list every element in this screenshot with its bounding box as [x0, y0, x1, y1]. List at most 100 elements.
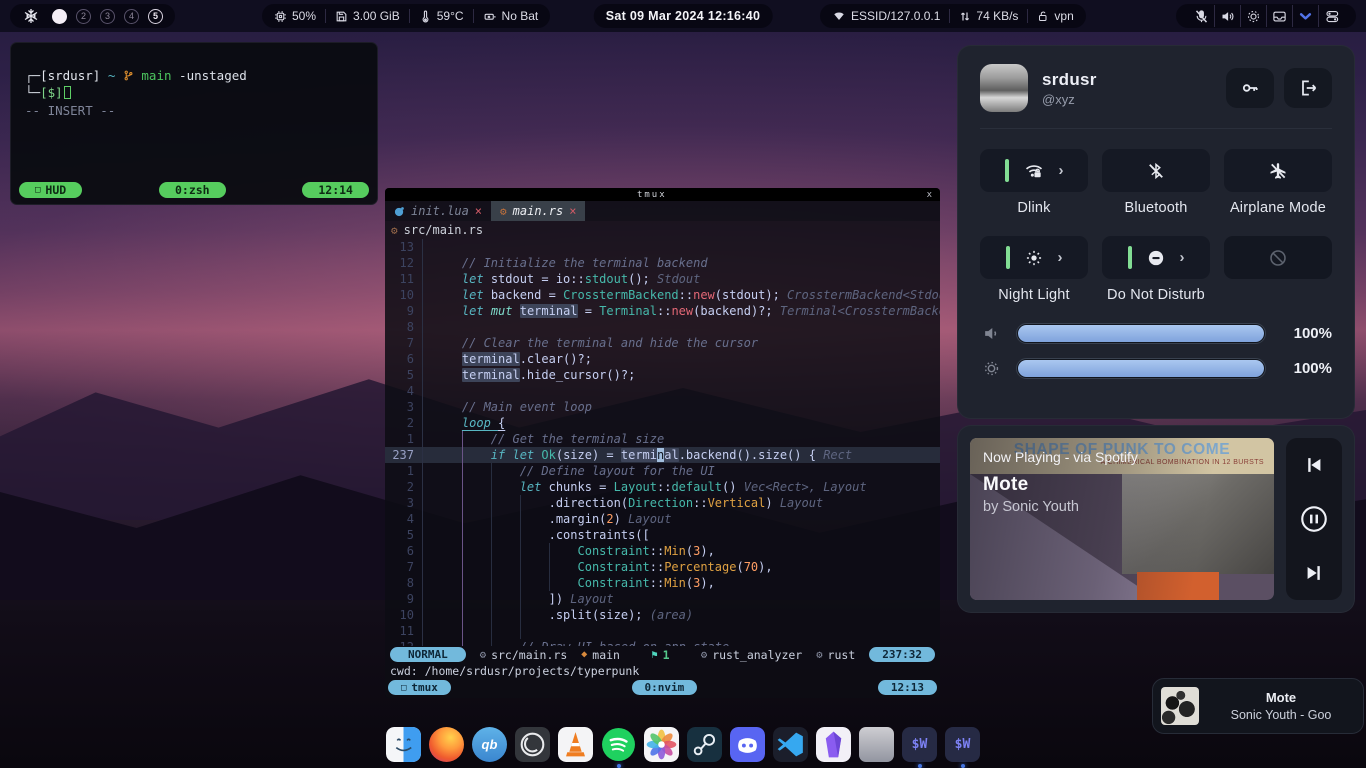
- code-area[interactable]: 1312 // Initialize the terminal backend1…: [385, 239, 940, 646]
- brightness-value: 100%: [1280, 360, 1332, 377]
- media-player-card: SHAPE OF PUNK TO COME A CHIMERICAL BOMBI…: [957, 425, 1355, 613]
- tab-close-icon[interactable]: ×: [475, 204, 482, 218]
- code-line: 10 let backend = CrosstermBackend::new(s…: [385, 287, 940, 303]
- chevron-right-icon[interactable]: ›: [1058, 250, 1063, 265]
- wifi-icon: [832, 10, 846, 22]
- dock-item-dollar-w[interactable]: $W: [902, 727, 937, 762]
- code-line: 11 let stdout = io::stdout(); Stdout: [385, 271, 940, 287]
- code-line: 9 ]) Layout: [385, 591, 940, 607]
- track-title: Mote: [983, 474, 1138, 496]
- username: srdusr: [1042, 70, 1212, 90]
- workspace-2[interactable]: 2: [76, 9, 91, 24]
- pause-button[interactable]: [1299, 504, 1329, 534]
- workspace-3[interactable]: 3: [100, 9, 115, 24]
- volume-slider[interactable]: [1016, 323, 1266, 344]
- chevron-right-icon[interactable]: ›: [1180, 250, 1185, 265]
- volume-icon[interactable]: [1214, 5, 1240, 27]
- network-module[interactable]: ESSID/127.0.0.1 74 KB/s vpn: [820, 4, 1086, 28]
- dock-item-spotify[interactable]: [601, 727, 636, 762]
- terminal-cursor: [64, 86, 71, 99]
- display-settings-gear-icon[interactable]: [1240, 5, 1266, 27]
- keyring-button[interactable]: [1226, 68, 1274, 108]
- cpu-icon: [274, 10, 287, 23]
- tmux-session-pill[interactable]: □HUD: [19, 182, 82, 198]
- tab-close-icon[interactable]: ×: [569, 204, 576, 218]
- command-line: cwd: /home/srdusr/projects/typerpunk: [385, 663, 940, 679]
- brightness-slider[interactable]: [1016, 358, 1266, 379]
- terminal-window[interactable]: ┌─[srdusr] ~ main -unstaged └─[$] -- INS…: [10, 42, 378, 205]
- dock-item-photos[interactable]: [644, 727, 679, 762]
- code-line: 11: [385, 623, 940, 639]
- code-line: 2 let chunks = Layout::default() Vec<Rec…: [385, 479, 940, 495]
- code-line: 4 .margin(2) Layout: [385, 511, 940, 527]
- dock-item-vlc[interactable]: [558, 727, 593, 762]
- cpu-stat: 50%: [274, 9, 316, 23]
- dock-item-firefox[interactable]: [429, 727, 464, 762]
- album-art[interactable]: SHAPE OF PUNK TO COME A CHIMERICAL BOMBI…: [970, 438, 1274, 600]
- tmux-session-pill[interactable]: □tmux: [388, 680, 451, 695]
- battery-icon: [483, 10, 497, 23]
- blocked-icon: [1268, 248, 1288, 268]
- system-stats[interactable]: 50% 3.00 GiB 59°C No Bat: [262, 4, 550, 28]
- workspace-5[interactable]: 5: [148, 9, 163, 24]
- tab-main-rs[interactable]: ⚙ main.rs ×: [491, 201, 585, 221]
- running-indicator: [918, 764, 922, 768]
- prompt-path: ~: [108, 68, 116, 83]
- close-window-button[interactable]: x: [919, 190, 940, 200]
- control-panel-icon[interactable]: [1318, 5, 1344, 27]
- dock-item-vscode[interactable]: [773, 727, 808, 762]
- chevron-down-icon[interactable]: [1292, 5, 1318, 27]
- top-bar: 2345 50% 3.00 GiB 59°C No Bat Sat 09 Mar…: [0, 0, 1366, 32]
- code-line: 10 .split(size); (area): [385, 607, 940, 623]
- tmux-window-pill[interactable]: 0:nvim: [632, 680, 698, 695]
- dock-item-qbittorrent[interactable]: qb: [472, 727, 507, 762]
- dlink-button[interactable]: ›: [980, 149, 1088, 192]
- chevron-right-icon[interactable]: ›: [1059, 163, 1064, 178]
- airplane-mode-button[interactable]: [1224, 149, 1332, 192]
- code-line: 3 .direction(Direction::Vertical) Layout: [385, 495, 940, 511]
- dock-item-obs[interactable]: [515, 727, 550, 762]
- workspace-1[interactable]: [52, 9, 67, 24]
- dock-item-trash[interactable]: [859, 727, 894, 762]
- dock-item-steam[interactable]: [687, 727, 722, 762]
- net-speed-value: 74 KB/s: [976, 9, 1018, 23]
- tab-init-lua[interactable]: init.lua ×: [385, 201, 491, 221]
- dock-item-file-manager[interactable]: [386, 727, 421, 762]
- dock-item-obsidian[interactable]: [816, 727, 851, 762]
- logout-button[interactable]: [1284, 68, 1332, 108]
- toggle-bluetooth: Bluetooth: [1102, 149, 1210, 218]
- toggle-dlink: ›Dlink: [980, 149, 1088, 218]
- blocked-button[interactable]: [1224, 236, 1332, 279]
- dock-item-dollar-w[interactable]: $W: [945, 727, 980, 762]
- wifi-stat: ESSID/127.0.0.1: [832, 9, 940, 23]
- mail-tray-icon[interactable]: [1266, 5, 1292, 27]
- night-light-button[interactable]: ›: [980, 236, 1088, 279]
- microphone-muted-icon[interactable]: [1188, 5, 1214, 27]
- next-track-button[interactable]: [1303, 562, 1325, 584]
- tmux-window-pill[interactable]: 0:zsh: [159, 182, 226, 198]
- workspace-4[interactable]: 4: [124, 9, 139, 24]
- rust-file-icon: ⚙: [391, 224, 398, 237]
- window-title: tmux: [385, 190, 919, 200]
- tmux-window[interactable]: tmux x init.lua × ⚙ main.rs × ⚙ src/main…: [385, 188, 940, 698]
- track-artist: by Sonic Youth: [983, 499, 1138, 515]
- key-icon: [1240, 78, 1260, 98]
- logout-icon: [1298, 78, 1318, 98]
- terminal-tmux-statusbar: □HUD 0:zsh 12:14: [19, 182, 369, 198]
- file-manager-icon: [386, 727, 421, 762]
- dock-item-discord[interactable]: [730, 727, 765, 762]
- code-line: 6 Constraint::Min(3),: [385, 543, 940, 559]
- lsp-server: ⚙rust_analyzer: [701, 648, 802, 662]
- statusline-branch: ◆main: [581, 648, 620, 662]
- launcher-snowflake-icon[interactable]: [22, 5, 40, 27]
- tmux-statusbar: □tmux 0:nvim 12:13: [385, 679, 940, 698]
- clock[interactable]: Sat 09 Mar 2024 12:16:40: [594, 4, 773, 28]
- airplane-off-icon: [1268, 161, 1288, 181]
- filetype: ⚙rust: [816, 648, 855, 662]
- bluetooth-button[interactable]: [1102, 149, 1210, 192]
- previous-track-button[interactable]: [1303, 454, 1325, 476]
- notification-toast[interactable]: Mote Sonic Youth - Goo: [1152, 678, 1364, 734]
- breadcrumb: ⚙ src/main.rs: [385, 221, 940, 239]
- now-playing-label: Now Playing - via Spotify: [983, 449, 1138, 465]
- do-not-disturb-button[interactable]: ›: [1102, 236, 1210, 279]
